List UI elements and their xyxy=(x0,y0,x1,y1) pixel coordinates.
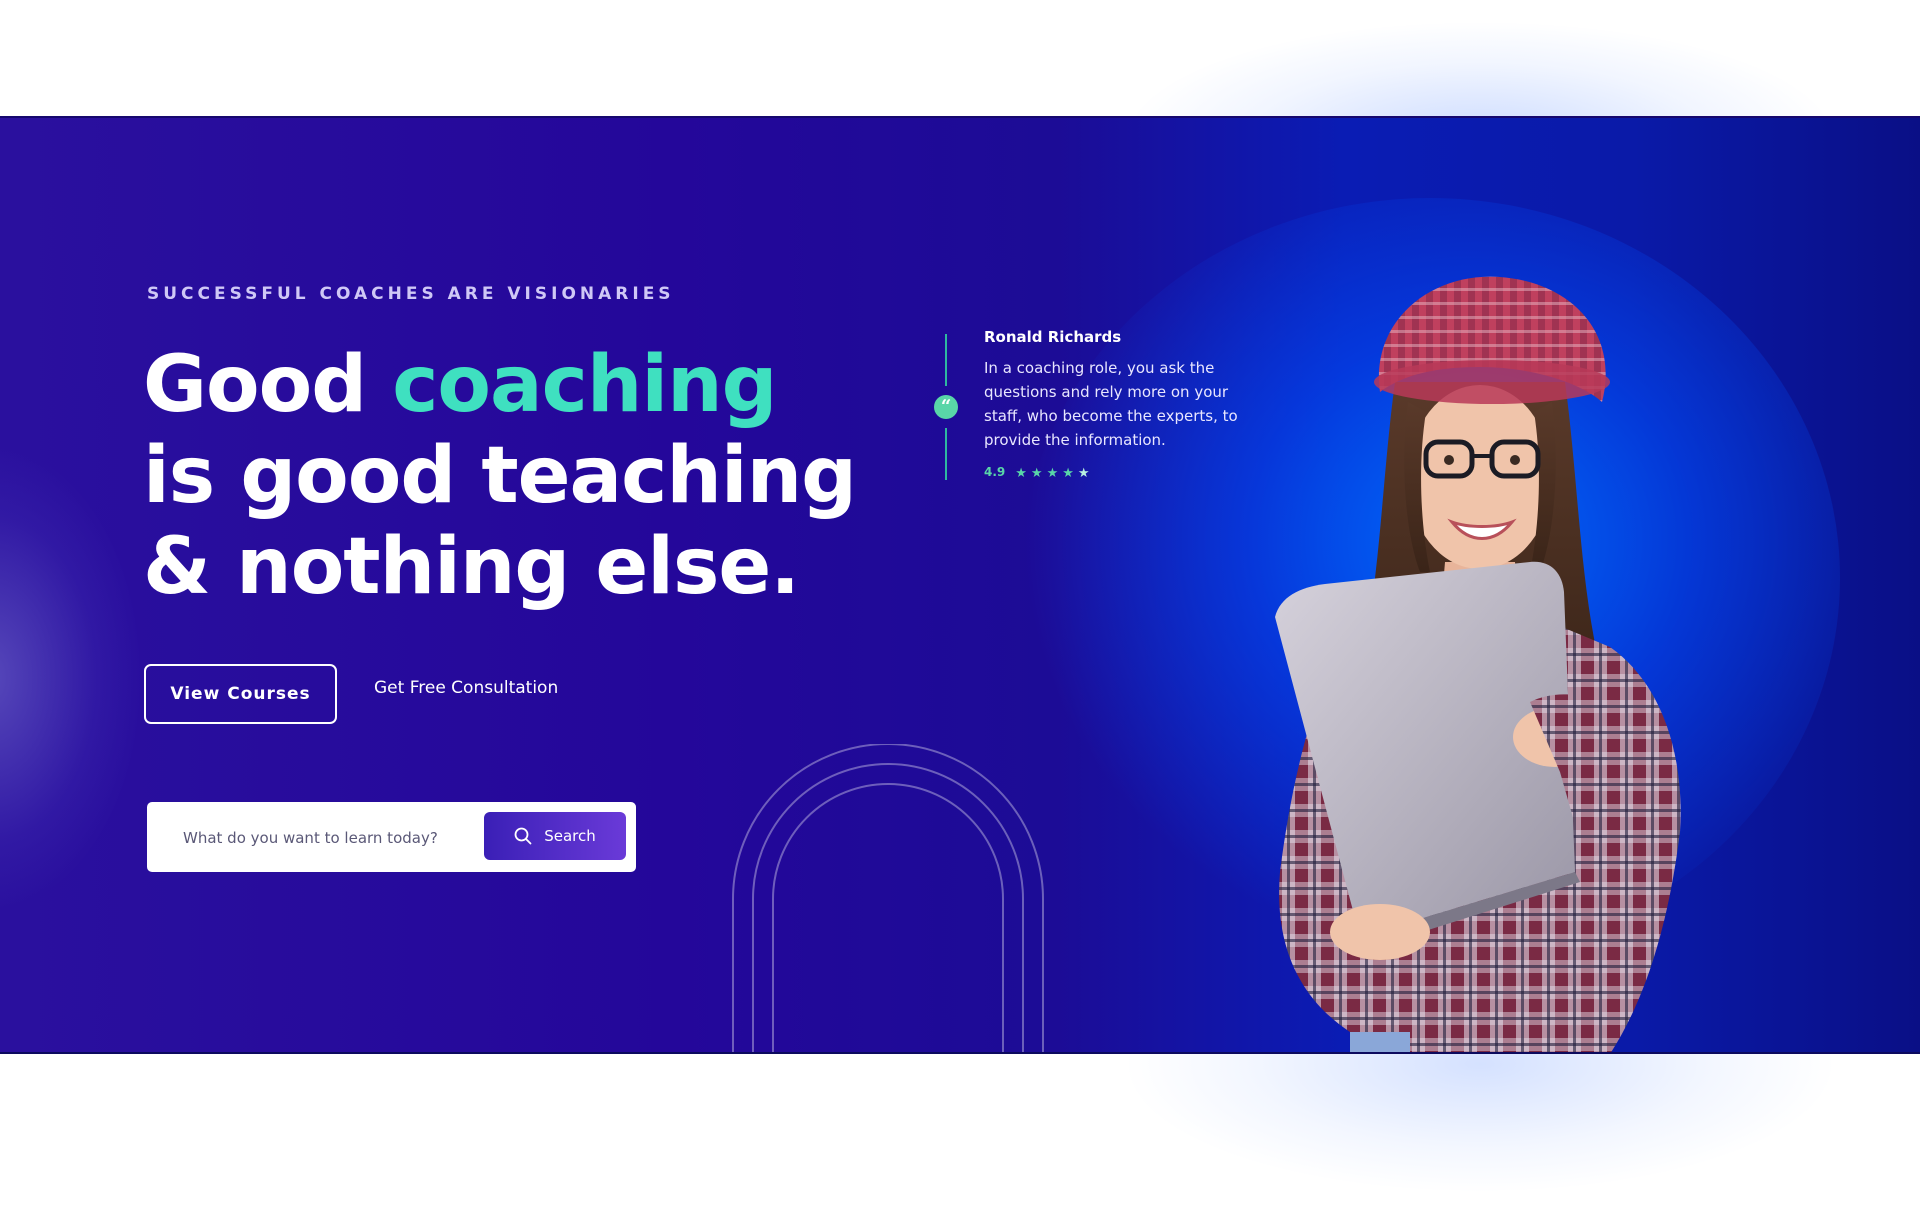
bottom-blue-glow xyxy=(1120,1054,1840,1194)
testimonial-line-bottom xyxy=(945,428,947,480)
testimonial-rating: 4.9 ★ ★ ★ ★ ★ xyxy=(984,465,1090,479)
rating-score: 4.9 xyxy=(984,465,1006,479)
search-input[interactable] xyxy=(181,823,465,853)
get-free-consultation-link[interactable]: Get Free Consultation xyxy=(374,678,558,698)
headline-part-1: Good xyxy=(143,340,393,430)
hero-left-glow xyxy=(0,448,140,908)
search-button-label: Search xyxy=(544,827,596,845)
top-blue-glow xyxy=(1120,20,1840,116)
star-icon: ★ xyxy=(1030,464,1043,480)
star-half-icon: ★ xyxy=(1077,464,1090,480)
view-courses-button[interactable]: View Courses xyxy=(144,664,337,724)
star-icon: ★ xyxy=(1062,464,1074,480)
top-white-strip xyxy=(0,0,1920,116)
bottom-white-strip xyxy=(0,1054,1920,1223)
quote-icon: “ xyxy=(934,395,958,419)
search-box: Search xyxy=(147,802,636,872)
search-button[interactable]: Search xyxy=(484,812,626,860)
testimonial-line-top xyxy=(945,334,947,386)
arch-decoration xyxy=(730,743,1050,1052)
hero-headline: Good coaching is good teaching & nothing… xyxy=(143,340,863,613)
hero-section: SUCCESSFUL COACHES ARE VISIONARIES Good … xyxy=(0,116,1920,1054)
testimonial-name: Ronald Richards xyxy=(984,328,1122,346)
search-icon xyxy=(514,827,532,845)
headline-accent: coaching xyxy=(392,340,777,430)
star-icon: ★ xyxy=(1046,464,1059,480)
star-icon: ★ xyxy=(1015,464,1027,480)
hero-eyebrow: SUCCESSFUL COACHES ARE VISIONARIES xyxy=(147,284,675,304)
testimonial-quote: In a coaching role, you ask the question… xyxy=(984,359,1238,449)
rating-stars: ★ ★ ★ ★ ★ xyxy=(1015,466,1089,479)
student-photo xyxy=(1230,232,1730,1052)
headline-part-2: is good teaching & nothing else. xyxy=(143,431,857,612)
